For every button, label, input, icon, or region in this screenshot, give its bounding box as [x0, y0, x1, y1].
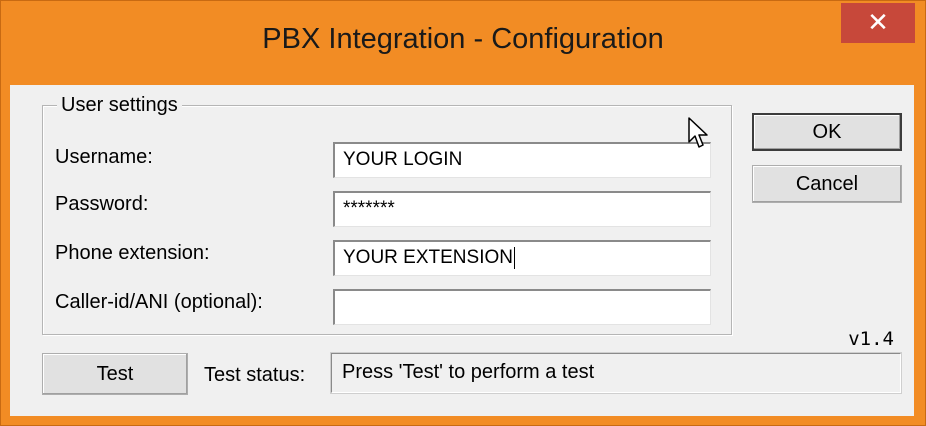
- test-status-label: Test status:: [204, 364, 306, 386]
- phone-extension-value: YOUR EXTENSION: [343, 247, 513, 269]
- version-label: v1.4: [848, 328, 894, 350]
- phone-extension-field[interactable]: YOUR EXTENSION: [333, 240, 711, 276]
- dialog-body: User settings Username: YOUR LOGIN Passw…: [10, 85, 914, 416]
- test-status-box: Press 'Test' to perform a test: [331, 353, 901, 393]
- phone-extension-label: Phone extension:: [55, 242, 210, 264]
- mouse-pointer-icon: [687, 116, 709, 155]
- ok-button[interactable]: OK: [752, 113, 902, 151]
- close-icon: ✕: [867, 8, 889, 38]
- username-label: Username:: [55, 146, 153, 168]
- cancel-button[interactable]: Cancel: [752, 165, 902, 203]
- text-caret: [513, 247, 515, 269]
- close-button[interactable]: ✕: [841, 3, 915, 43]
- window-title: PBX Integration - Configuration: [262, 23, 664, 55]
- group-label: User settings: [57, 94, 182, 117]
- password-field[interactable]: *******: [333, 191, 711, 227]
- password-label: Password:: [55, 193, 149, 215]
- username-field[interactable]: YOUR LOGIN: [333, 142, 711, 178]
- test-status-text: Press 'Test' to perform a test: [342, 361, 595, 383]
- config-dialog: PBX Integration - Configuration ✕ User s…: [0, 0, 926, 426]
- user-settings-group: User settings Username: YOUR LOGIN Passw…: [42, 94, 732, 335]
- password-value: *******: [343, 198, 395, 219]
- title-bar[interactable]: PBX Integration - Configuration ✕: [1, 1, 925, 85]
- username-value: YOUR LOGIN: [343, 149, 463, 170]
- caller-id-label: Caller-id/ANI (optional):: [55, 291, 263, 313]
- caller-id-field[interactable]: [333, 289, 711, 325]
- test-button[interactable]: Test: [42, 353, 188, 395]
